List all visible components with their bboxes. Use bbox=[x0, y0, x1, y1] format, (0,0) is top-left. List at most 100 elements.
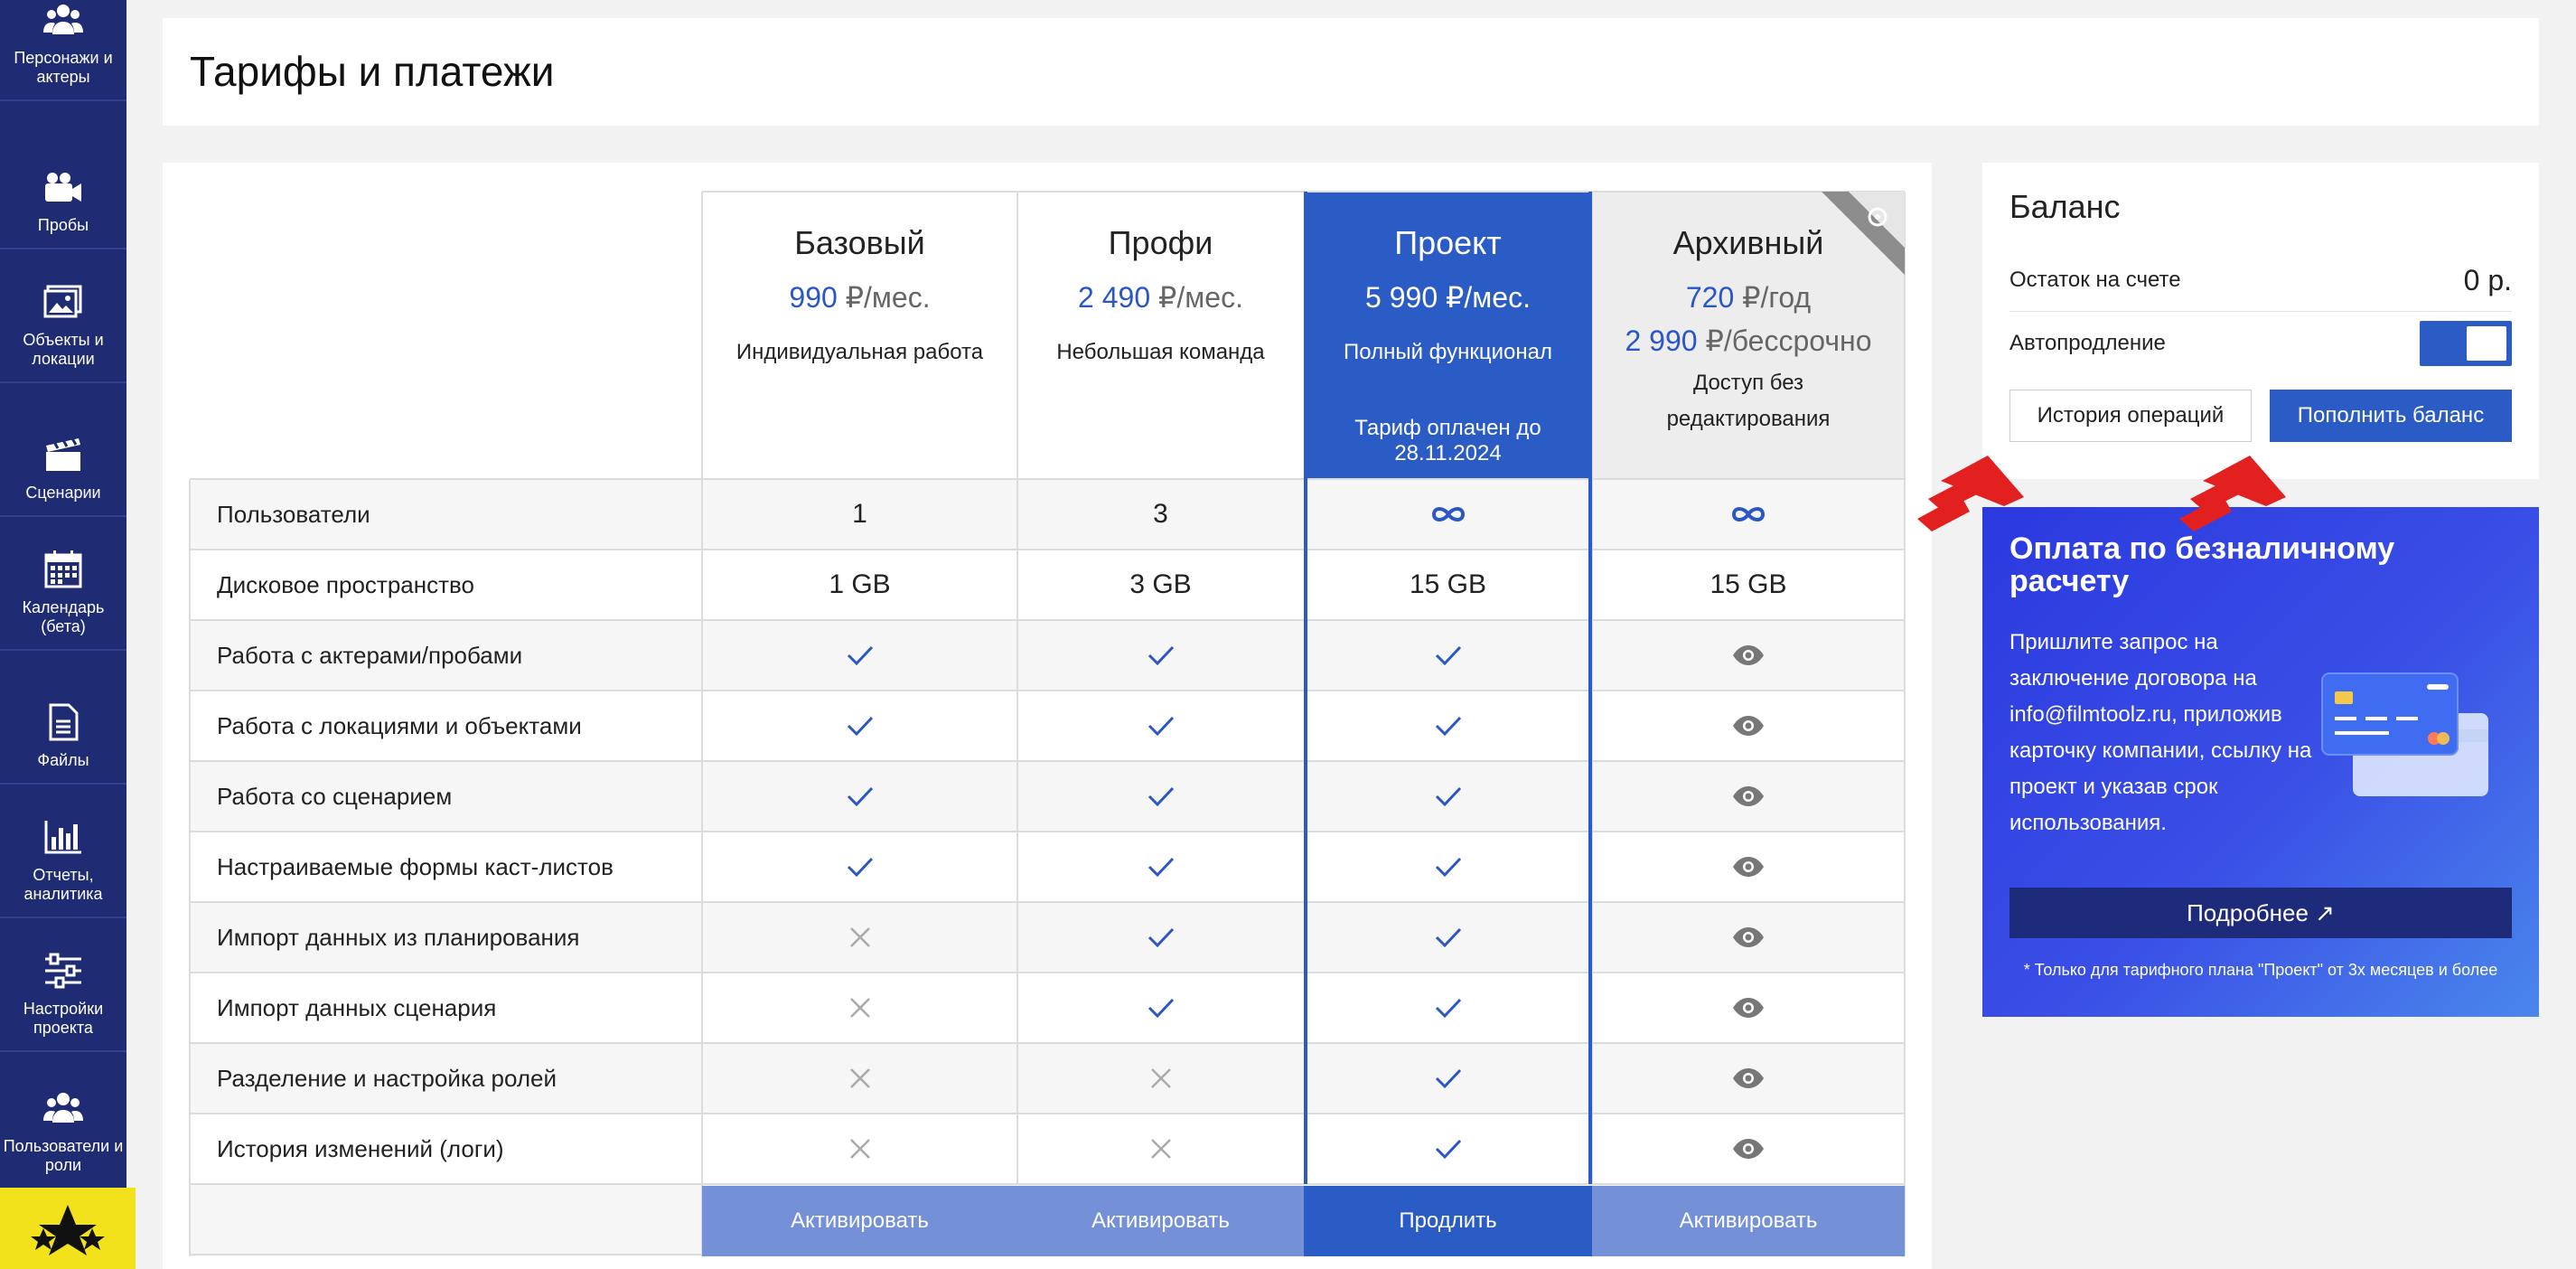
eye-icon bbox=[1592, 691, 1905, 761]
invoice-payment-promo: Оплата по безналичному расчету Пришлите … bbox=[1982, 507, 2539, 1017]
check-icon bbox=[1017, 902, 1304, 973]
check-icon bbox=[702, 761, 1017, 832]
calendar-icon bbox=[43, 550, 83, 589]
feature-label: Разделение и настройка ролей bbox=[217, 1064, 557, 1092]
plan-paid-until: Тариф оплачен до 28.11.2024 bbox=[1354, 416, 1541, 465]
plan-header-3: Проект 5 990 ₽/мес. Полный функционал Тариф… bbox=[1304, 192, 1592, 479]
eye-icon bbox=[1592, 973, 1905, 1043]
cross-icon bbox=[1017, 1043, 1304, 1114]
plan-price-amount: 720 bbox=[1685, 281, 1735, 314]
tariff-table-panel: Базовый 990 ₽/мес. Индивидуальная работа Пр… bbox=[163, 163, 1932, 1269]
activate-button[interactable]: Активировать bbox=[1592, 1186, 1905, 1256]
page-title: Тарифы и платежи bbox=[190, 48, 555, 95]
sidebar-item-project-settings[interactable]: Настройки проекта bbox=[0, 918, 126, 1052]
plan-description: Небольшая команда bbox=[1056, 340, 1265, 364]
check-icon bbox=[1017, 973, 1304, 1043]
check-icon bbox=[1304, 1043, 1592, 1114]
autorenew-toggle[interactable] bbox=[2420, 321, 2512, 366]
image-icon bbox=[43, 282, 83, 322]
check-icon bbox=[1304, 902, 1592, 973]
feature-label: Настраиваемые формы каст-листов bbox=[217, 852, 614, 880]
plan-price-amount: 2 990 bbox=[1625, 324, 1698, 357]
eye-icon bbox=[1592, 832, 1905, 902]
plan-name: Архивный bbox=[1672, 224, 1824, 261]
video-camera-icon bbox=[43, 167, 83, 207]
feature-label: Импорт данных сценария bbox=[217, 993, 497, 1021]
sidebar-item-scripts[interactable]: Сценарии bbox=[0, 383, 126, 517]
clapperboard-icon bbox=[43, 435, 83, 475]
plan-price: 5 990 ₽/мес. bbox=[1365, 280, 1531, 315]
feature-value: 1 GB bbox=[829, 569, 891, 599]
file-icon bbox=[43, 702, 83, 742]
archive-eye-icon bbox=[1865, 204, 1890, 234]
cross-icon bbox=[702, 973, 1017, 1043]
page-header: Тарифы и платежи bbox=[163, 18, 2539, 126]
users-icon bbox=[43, 1088, 83, 1128]
feature-value: 15 GB bbox=[1710, 569, 1787, 599]
sidebar-item-auditions[interactable]: Пробы bbox=[0, 101, 126, 249]
check-icon bbox=[1304, 1114, 1592, 1184]
plan-name: Профи bbox=[1108, 224, 1213, 261]
plan-description: Индивидуальная работа bbox=[735, 340, 984, 364]
eye-icon bbox=[1592, 902, 1905, 973]
cross-icon bbox=[702, 1043, 1017, 1114]
cross-icon bbox=[702, 1114, 1017, 1184]
feature-value: 3 GB bbox=[1129, 569, 1192, 599]
sidebar-item-label: Пользователи и роли bbox=[3, 1137, 124, 1174]
feature-label: Дисковое пространство bbox=[217, 570, 474, 598]
sidebar-item-calendar[interactable]: Календарь (бета) bbox=[0, 517, 126, 651]
cross-icon bbox=[1017, 1114, 1304, 1184]
sidebar-item-label: Сценарии bbox=[25, 484, 101, 502]
balance-remaining-value: 0 р. bbox=[2463, 264, 2512, 296]
sidebar-item-label: Календарь (бета) bbox=[22, 598, 105, 635]
check-icon bbox=[702, 620, 1017, 691]
check-icon bbox=[1017, 832, 1304, 902]
promo-footnote: * Только для тарифного плана "Проект" от… bbox=[2023, 961, 2498, 979]
sidebar: Персонажи и актеры Пробы Объекты и локац… bbox=[0, 0, 126, 1269]
plan-price-unit: ₽/мес. bbox=[1150, 281, 1243, 314]
renew-button[interactable]: Продлить bbox=[1304, 1186, 1592, 1256]
cross-icon bbox=[702, 902, 1017, 973]
sidebar-item-locations[interactable]: Объекты и локации bbox=[0, 249, 126, 383]
activate-button[interactable]: Активировать bbox=[702, 1186, 1017, 1256]
sidebar-item-characters[interactable]: Персонажи и актеры bbox=[0, 0, 126, 101]
balance-title: Баланс bbox=[2009, 188, 2121, 225]
toggle-knob bbox=[2467, 326, 2506, 361]
infinity-icon bbox=[1592, 479, 1905, 550]
plan-name: Базовый bbox=[794, 224, 925, 261]
plan-header-1: Базовый 990 ₽/мес. Индивидуальная работа bbox=[702, 192, 1017, 479]
sidebar-item-reports[interactable]: Отчеты, аналитика bbox=[0, 785, 126, 918]
sidebar-item-users-roles[interactable]: Пользователи и роли bbox=[0, 1052, 126, 1188]
activate-button[interactable]: Активировать bbox=[1017, 1186, 1304, 1256]
eye-icon bbox=[1592, 761, 1905, 832]
check-icon bbox=[1304, 832, 1592, 902]
feature-value: 15 GB bbox=[1409, 569, 1487, 599]
annotation-arrow-icon bbox=[1917, 456, 2024, 531]
plan-price: 990 ₽/мес. bbox=[789, 280, 930, 315]
plan-name: Проект bbox=[1394, 224, 1502, 261]
sidebar-item-label: Отчеты, аналитика bbox=[23, 866, 103, 903]
feature-label: История изменений (логи) bbox=[217, 1134, 504, 1162]
sliders-icon bbox=[43, 951, 83, 991]
feature-value: 1 bbox=[852, 499, 867, 529]
users-icon bbox=[43, 0, 83, 40]
plan-price: 2 490 ₽/мес. bbox=[1078, 280, 1243, 315]
sidebar-item-label: Настройки проекта bbox=[23, 1000, 104, 1037]
check-icon bbox=[1304, 620, 1592, 691]
sidebar-item-files[interactable]: Файлы bbox=[0, 651, 126, 785]
annotation-arrow-icon bbox=[2179, 456, 2286, 531]
check-icon bbox=[1304, 973, 1592, 1043]
more-details-button[interactable]: Подробнее ↗ bbox=[2009, 888, 2512, 938]
eye-icon bbox=[1592, 1043, 1905, 1114]
plan-description: Доступ без редактирования bbox=[1666, 371, 1831, 431]
logo[interactable] bbox=[0, 1188, 136, 1269]
plan-price-unit: ₽/бессрочно bbox=[1697, 324, 1872, 357]
check-icon bbox=[702, 832, 1017, 902]
topup-button[interactable]: Пополнить баланс bbox=[2270, 390, 2512, 442]
plan-price-secondary: 2 990 ₽/бессрочно bbox=[1625, 324, 1871, 358]
divider bbox=[2009, 311, 2512, 312]
plan-description: Полный функционал bbox=[1344, 340, 1552, 364]
plan-header-4: Архивный 720 ₽/год 2 990 ₽/бессрочно Доступ… bbox=[1592, 192, 1905, 479]
credit-card-icon bbox=[2321, 672, 2488, 796]
plan-price-amount: 2 490 bbox=[1078, 281, 1151, 314]
